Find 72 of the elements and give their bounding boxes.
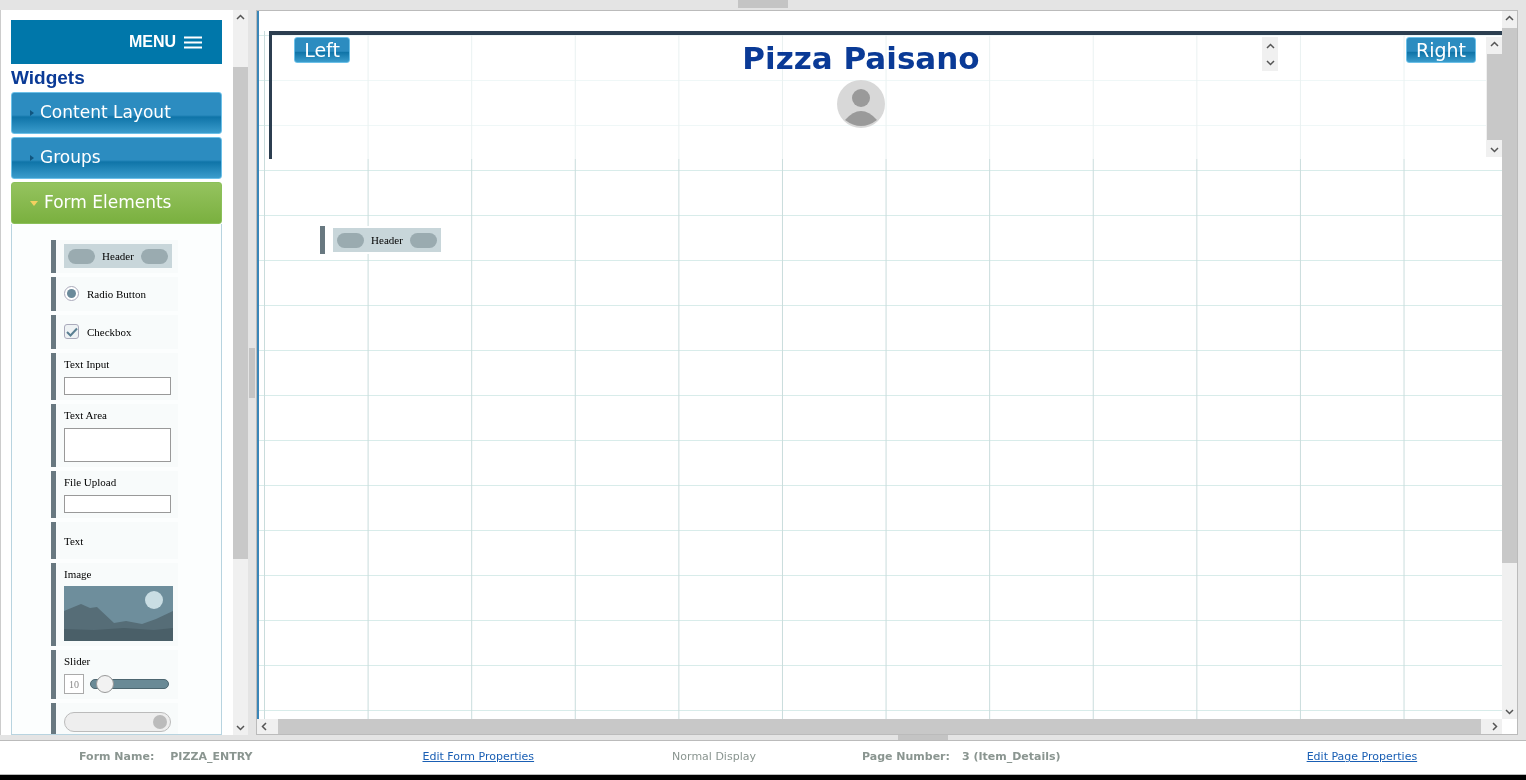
scroll-down-icon[interactable] (236, 725, 245, 731)
widget-label: Checkbox (87, 324, 132, 339)
widget-label: Text (64, 535, 84, 547)
widget-label: Image (64, 567, 93, 581)
palette-item[interactable]: Text Input (51, 353, 178, 400)
edit-page-link[interactable]: Edit Page Properties (1306, 749, 1418, 766)
header-section[interactable]: Left Pizza Paisano Right (269, 31, 1502, 159)
scroll-up-icon[interactable] (236, 14, 245, 20)
pill-icon (337, 232, 364, 248)
palette-item[interactable]: Checkbox (51, 315, 178, 349)
pill-icon (141, 248, 168, 264)
slider-value: 10 (64, 674, 84, 694)
widget-label: Radio Button (87, 286, 146, 301)
scroll-up-icon[interactable] (1505, 15, 1514, 21)
palette-item[interactable]: Text Area (51, 404, 178, 467)
scrollbar[interactable] (1486, 37, 1502, 157)
header-widget[interactable]: Header (333, 228, 441, 252)
widget-label: Header (102, 248, 134, 264)
text-input-field[interactable] (64, 377, 171, 395)
scroll-right-icon[interactable] (1492, 722, 1498, 731)
scrollbar[interactable] (257, 719, 1502, 734)
scroll-up-icon[interactable] (1265, 42, 1275, 49)
palette-item[interactable]: Header (51, 240, 178, 273)
edit-form-link[interactable]: Edit Form Properties (422, 749, 535, 766)
sidebar-title: Widgets (11, 66, 86, 90)
page-title: Pizza Paisano (742, 40, 980, 76)
scroll-down-icon[interactable] (1265, 59, 1275, 66)
splitter-handle[interactable] (898, 735, 948, 740)
slider-thumb[interactable] (95, 675, 114, 693)
avatar-icon (837, 80, 885, 128)
widget-label: Text Area (64, 408, 108, 422)
scroll-left-icon[interactable] (261, 722, 267, 731)
pill-icon (410, 232, 437, 248)
display-mode: Normal Display (672, 749, 756, 766)
radio-button[interactable] (64, 286, 79, 301)
widget-label: Header (371, 232, 403, 248)
field-label: Page Number: (861, 749, 950, 766)
caret-icon (30, 200, 38, 206)
palette-item[interactable]: File Upload (51, 471, 178, 518)
checkbox[interactable] (64, 324, 79, 339)
palette-item[interactable]: Image (51, 563, 178, 646)
menu-icon[interactable] (184, 35, 202, 49)
splitter-handle[interactable] (249, 347, 255, 398)
page-number: 3 (Item_Details) (961, 749, 1061, 766)
header-widget[interactable]: Header (64, 244, 172, 268)
widget-label: Slider (64, 654, 92, 668)
palette-item[interactable]: Slider 10 (51, 650, 178, 699)
palette-item[interactable]: Radio Button (51, 277, 178, 311)
widget-label: Text Input (64, 357, 111, 371)
accordion-header[interactable]: Content Layout (11, 92, 222, 134)
field-label: Form Name: (79, 749, 155, 766)
landscape-image-icon (64, 586, 173, 641)
left-button[interactable]: Left (294, 37, 350, 63)
scrollbar[interactable] (1502, 11, 1517, 719)
right-button[interactable]: Right (1406, 37, 1476, 63)
palette-item[interactable] (51, 703, 178, 734)
text-area-field[interactable] (64, 428, 171, 462)
caret-icon (30, 155, 34, 161)
text-input-field[interactable] (64, 495, 171, 513)
scroll-up-icon[interactable] (1489, 41, 1499, 47)
scroll-down-icon[interactable] (1489, 147, 1499, 153)
accordion-header[interactable]: Groups (11, 137, 222, 179)
widget-label: File Upload (64, 475, 118, 489)
caret-icon (30, 110, 34, 116)
splitter-handle[interactable] (738, 0, 788, 8)
scrollbar[interactable] (233, 10, 248, 735)
pill-icon (68, 248, 95, 264)
menu-label[interactable]: MENU (128, 30, 176, 54)
form-name: PIZZA_ENTRY (170, 749, 253, 766)
scroll-down-icon[interactable] (1505, 709, 1514, 715)
spinner[interactable] (1262, 37, 1278, 71)
palette-item[interactable]: Text (51, 522, 178, 559)
